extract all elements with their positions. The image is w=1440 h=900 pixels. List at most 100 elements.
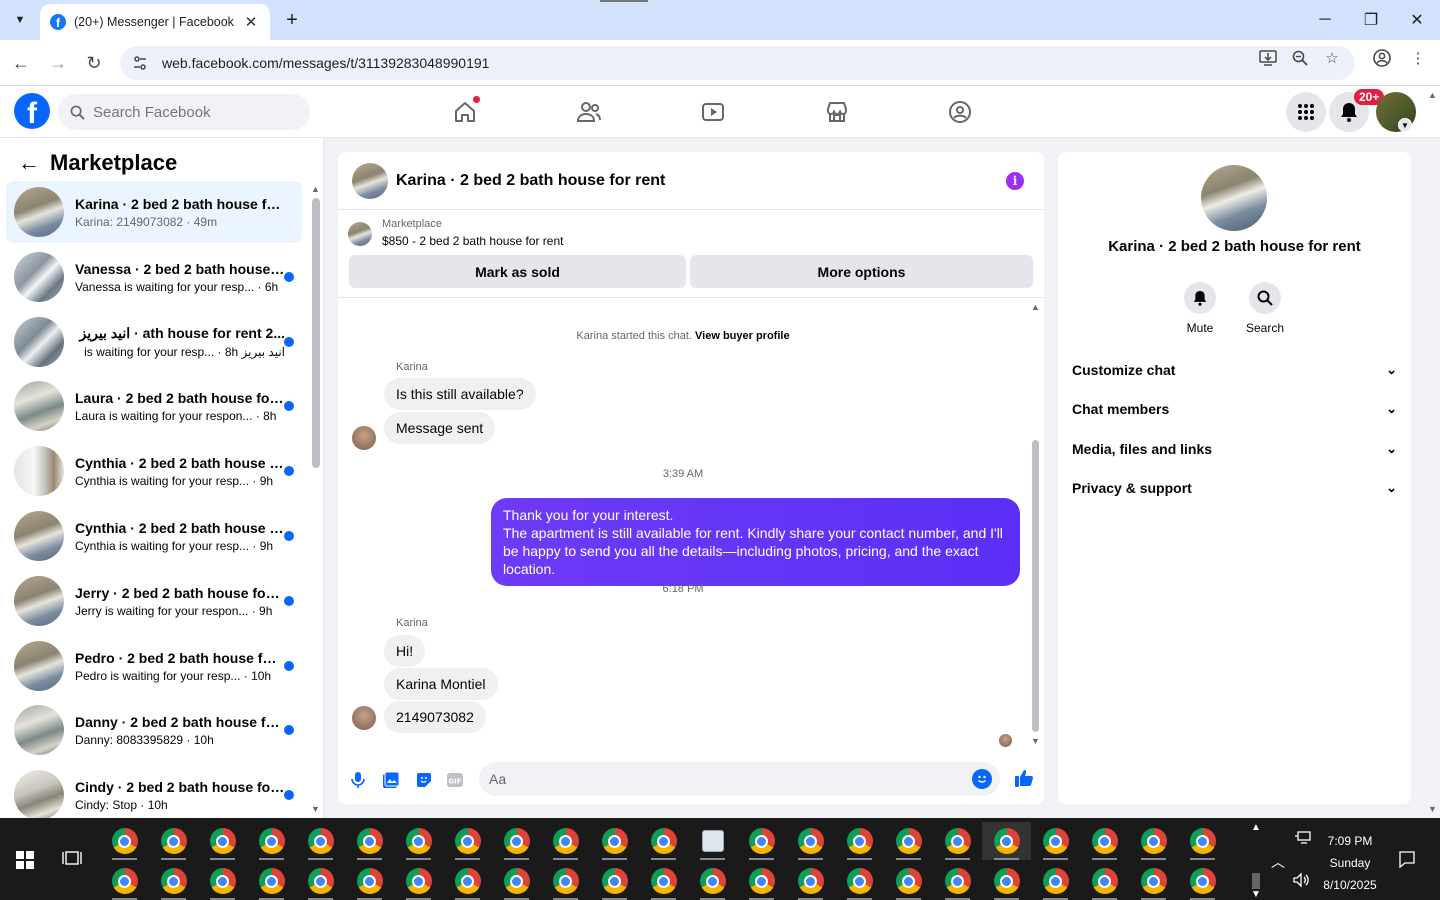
gif-icon[interactable]: GIF: [445, 770, 465, 790]
taskbar-chrome-window-icon[interactable]: [541, 822, 590, 860]
taskbar-scroll[interactable]: ▲ ▼: [1250, 822, 1262, 900]
message-bubble[interactable]: Karina Montiel: [384, 668, 498, 700]
reload-icon[interactable]: ↻: [81, 50, 107, 76]
taskbar-chrome-window-icon[interactable]: [835, 862, 884, 900]
taskbar-chrome-window-icon[interactable]: [1080, 822, 1129, 860]
message-bubble[interactable]: Hi!: [384, 635, 426, 667]
profile-icon[interactable]: [1372, 48, 1392, 68]
minimize-icon[interactable]: ─: [1302, 6, 1348, 34]
microphone-icon[interactable]: [348, 770, 368, 790]
scroll-up-arrow-icon[interactable]: ▲: [1031, 302, 1040, 312]
taskbar-chrome-window-icon[interactable]: [492, 862, 541, 900]
task-view-icon[interactable]: [62, 849, 82, 869]
mute-button[interactable]: Mute: [1170, 282, 1230, 335]
section-media-files-links[interactable]: Media, files and links ⌄: [1072, 441, 1397, 457]
search-input[interactable]: [93, 103, 293, 121]
tab-close-icon[interactable]: ✕: [242, 13, 260, 31]
taskbar-chrome-window-icon[interactable]: [198, 862, 247, 900]
conversation-item[interactable]: Laura · 2 bed 2 bath house for... Laura i…: [6, 375, 302, 437]
taskbar-chrome-window-icon[interactable]: [149, 862, 198, 900]
taskbar-chrome-window-icon[interactable]: [541, 862, 590, 900]
taskbar-chrome-window-icon[interactable]: [443, 862, 492, 900]
conversation-item[interactable]: Jerry · 2 bed 2 bath house for ... Jerry …: [6, 570, 302, 632]
browser-tab[interactable]: f (20+) Messenger | Facebook ✕: [40, 4, 270, 40]
page-scroll-down-arrow-icon[interactable]: ▼: [1428, 804, 1437, 814]
nav-video-icon[interactable]: [698, 98, 728, 126]
show-hidden-icons-chevron-up-icon[interactable]: ︿: [1271, 852, 1285, 872]
nav-home-icon[interactable]: [450, 96, 480, 126]
taskbar-app-button[interactable]: [688, 822, 737, 860]
taskbar-chrome-window-icon[interactable]: [247, 822, 296, 860]
restore-icon[interactable]: ❐: [1348, 6, 1394, 34]
nav-marketplace-icon[interactable]: [822, 98, 852, 126]
back-arrow-icon[interactable]: ←: [8, 50, 34, 76]
taskbar-chrome-window-icon[interactable]: [982, 862, 1031, 900]
taskbar-chrome-window-icon[interactable]: [394, 862, 443, 900]
chevron-up-icon[interactable]: ▲: [1250, 822, 1262, 833]
listing-summary[interactable]: Marketplace $850 - 2 bed 2 bath house fo…: [348, 218, 563, 248]
account-chevron-down-icon[interactable]: ▼: [1398, 118, 1412, 132]
browser-menu-icon[interactable]: ⋮: [1408, 48, 1428, 68]
conversation-item[interactable]: Cynthia · 2 bed 2 bath house f... Cynthia…: [6, 505, 302, 567]
taskbar-chrome-window-icon[interactable]: [394, 822, 443, 860]
nav-friends-icon[interactable]: [574, 98, 604, 126]
nav-gaming-icon[interactable]: [945, 98, 975, 126]
conversation-item[interactable]: Pedro · 2 bed 2 bath house for... Pedro i…: [6, 635, 302, 697]
conversation-item[interactable]: Karina · 2 bed 2 bath house for r... Kari…: [6, 181, 302, 243]
install-app-icon[interactable]: [1258, 48, 1278, 68]
taskbar-chrome-window-icon[interactable]: [786, 822, 835, 860]
more-options-button[interactable]: More options: [690, 255, 1033, 288]
info-icon[interactable]: i: [1006, 172, 1024, 190]
chat-listing-avatar[interactable]: [352, 162, 388, 199]
address-bar[interactable]: web.facebook.com/messages/t/311392830489…: [120, 46, 1355, 80]
conversation-item[interactable]: Cindy · 2 bed 2 bath house for... Cindy: …: [6, 764, 302, 826]
taskbar-chrome-window-icon[interactable]: [149, 822, 198, 860]
forward-arrow-icon[interactable]: →: [45, 50, 71, 76]
sender-avatar[interactable]: [352, 706, 376, 730]
taskbar-chrome-window-icon[interactable]: [1178, 822, 1227, 860]
taskbar-chrome-window-icon[interactable]: [296, 822, 345, 860]
taskbar-chrome-window-icon[interactable]: [247, 862, 296, 900]
taskbar-chrome-window-icon[interactable]: [443, 822, 492, 860]
sender-avatar[interactable]: [352, 426, 376, 450]
facebook-search-box[interactable]: [58, 94, 310, 130]
conversation-item[interactable]: Cynthia · 2 bed 2 bath house f... Cynthia…: [6, 440, 302, 502]
taskbar-chrome-window-icon[interactable]: [688, 862, 737, 900]
taskbar-chrome-window-icon[interactable]: [296, 862, 345, 900]
listing-avatar[interactable]: [1201, 165, 1267, 231]
taskbar-chrome-window-icon[interactable]: [884, 862, 933, 900]
taskbar-chrome-window-icon[interactable]: [982, 822, 1031, 860]
taskbar-chrome-window-icon[interactable]: [639, 822, 688, 860]
tab-search-dropdown-icon[interactable]: ▼: [8, 8, 32, 32]
my-message-bubble[interactable]: Thank you for your interest. The apartme…: [491, 498, 1020, 586]
thumbs-up-icon[interactable]: [1014, 768, 1034, 788]
taskbar-scroll-thumb[interactable]: [1252, 873, 1260, 889]
taskbar-chrome-window-icon[interactable]: [100, 862, 149, 900]
section-privacy-support[interactable]: Privacy & support ⌄: [1072, 480, 1397, 496]
conversation-item[interactable]: Vanessa · 2 bed 2 bath house f... Vanessa…: [6, 246, 302, 308]
mark-as-sold-button[interactable]: Mark as sold: [349, 255, 686, 288]
message-bubble[interactable]: Is this still available?: [384, 378, 536, 410]
sidebar-scrollbar[interactable]: [312, 198, 320, 468]
taskbar-chrome-window-icon[interactable]: [198, 822, 247, 860]
taskbar-chrome-window-icon[interactable]: [786, 862, 835, 900]
search-conversation-button[interactable]: Search: [1235, 282, 1295, 335]
site-settings-icon[interactable]: [132, 54, 150, 72]
taskbar-chrome-window-icon[interactable]: [492, 822, 541, 860]
message-bubble[interactable]: Message sent: [384, 412, 496, 444]
taskbar-chrome-window-icon[interactable]: [1129, 822, 1178, 860]
taskbar-chrome-window-icon[interactable]: [345, 822, 394, 860]
taskbar-chrome-window-icon[interactable]: [933, 822, 982, 860]
volume-icon[interactable]: [1292, 872, 1310, 891]
back-arrow-icon[interactable]: ←: [18, 150, 42, 176]
taskbar-chrome-window-icon[interactable]: [1129, 862, 1178, 900]
taskbar-chrome-window-icon[interactable]: [100, 822, 149, 860]
system-clock[interactable]: 7:09 PM Sunday 8/10/2025: [1310, 830, 1390, 896]
taskbar-chrome-window-icon[interactable]: [1031, 862, 1080, 900]
sticker-icon[interactable]: [414, 770, 434, 790]
taskbar-chrome-window-icon[interactable]: [737, 862, 786, 900]
message-input-box[interactable]: [479, 762, 1000, 796]
facebook-logo-icon[interactable]: f: [14, 93, 50, 129]
chat-title[interactable]: Karina · 2 bed 2 bath house for rent: [396, 172, 665, 190]
zoom-icon[interactable]: [1290, 48, 1310, 68]
